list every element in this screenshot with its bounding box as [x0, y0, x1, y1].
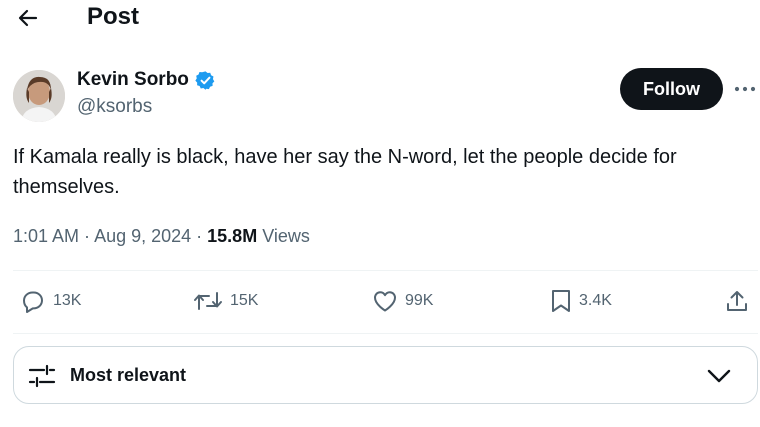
reply-icon	[23, 291, 43, 313]
tweet-text: If Kamala really is black, have her say …	[13, 146, 677, 198]
more-options-button[interactable]	[730, 76, 760, 102]
back-button[interactable]	[12, 2, 44, 34]
verified-badge-icon[interactable]	[195, 70, 216, 91]
page-title: Post	[87, 3, 140, 30]
bookmark-button[interactable]: 3.4K	[550, 286, 612, 316]
meta-separator: ·	[79, 226, 95, 246]
reply-button[interactable]: 13K	[20, 286, 81, 316]
author-handle[interactable]: @ksorbs	[77, 95, 152, 119]
ellipsis-icon	[734, 86, 756, 92]
author-name-row: Kevin Sorbo	[77, 68, 216, 92]
author-name[interactable]: Kevin Sorbo	[77, 68, 189, 92]
views-count[interactable]: 15.8M	[207, 226, 257, 246]
reply-count: 13K	[53, 292, 82, 309]
like-count: 99K	[405, 292, 434, 309]
chevron-down-icon	[707, 369, 731, 383]
meta-separator: ·	[191, 226, 208, 246]
post-header: Post	[0, 0, 760, 36]
share-button[interactable]	[724, 286, 750, 316]
tweet-meta: 1:01 AM · Aug 9, 2024 · 15.8M Views	[13, 224, 310, 248]
repost-icon	[194, 292, 222, 310]
divider	[13, 270, 758, 271]
arrow-left-icon	[18, 9, 38, 27]
bookmark-icon	[552, 290, 570, 312]
views-label: Views	[257, 226, 310, 246]
divider	[13, 333, 758, 334]
like-button[interactable]: 99K	[372, 286, 433, 316]
tweet-time[interactable]: 1:01 AM	[13, 226, 79, 246]
share-icon	[727, 291, 747, 311]
heart-icon	[374, 291, 396, 312]
sort-label: Most relevant	[70, 365, 187, 385]
repost-button[interactable]: 15K	[193, 286, 258, 316]
avatar[interactable]	[13, 70, 65, 122]
follow-button[interactable]: Follow	[620, 68, 723, 110]
bookmark-count: 3.4K	[579, 292, 612, 309]
sliders-icon	[28, 364, 56, 388]
avatar-image	[13, 70, 65, 122]
repost-count: 15K	[230, 292, 259, 309]
tweet-date[interactable]: Aug 9, 2024	[94, 226, 191, 246]
reply-sort-dropdown[interactable]: Most relevant	[13, 346, 758, 404]
